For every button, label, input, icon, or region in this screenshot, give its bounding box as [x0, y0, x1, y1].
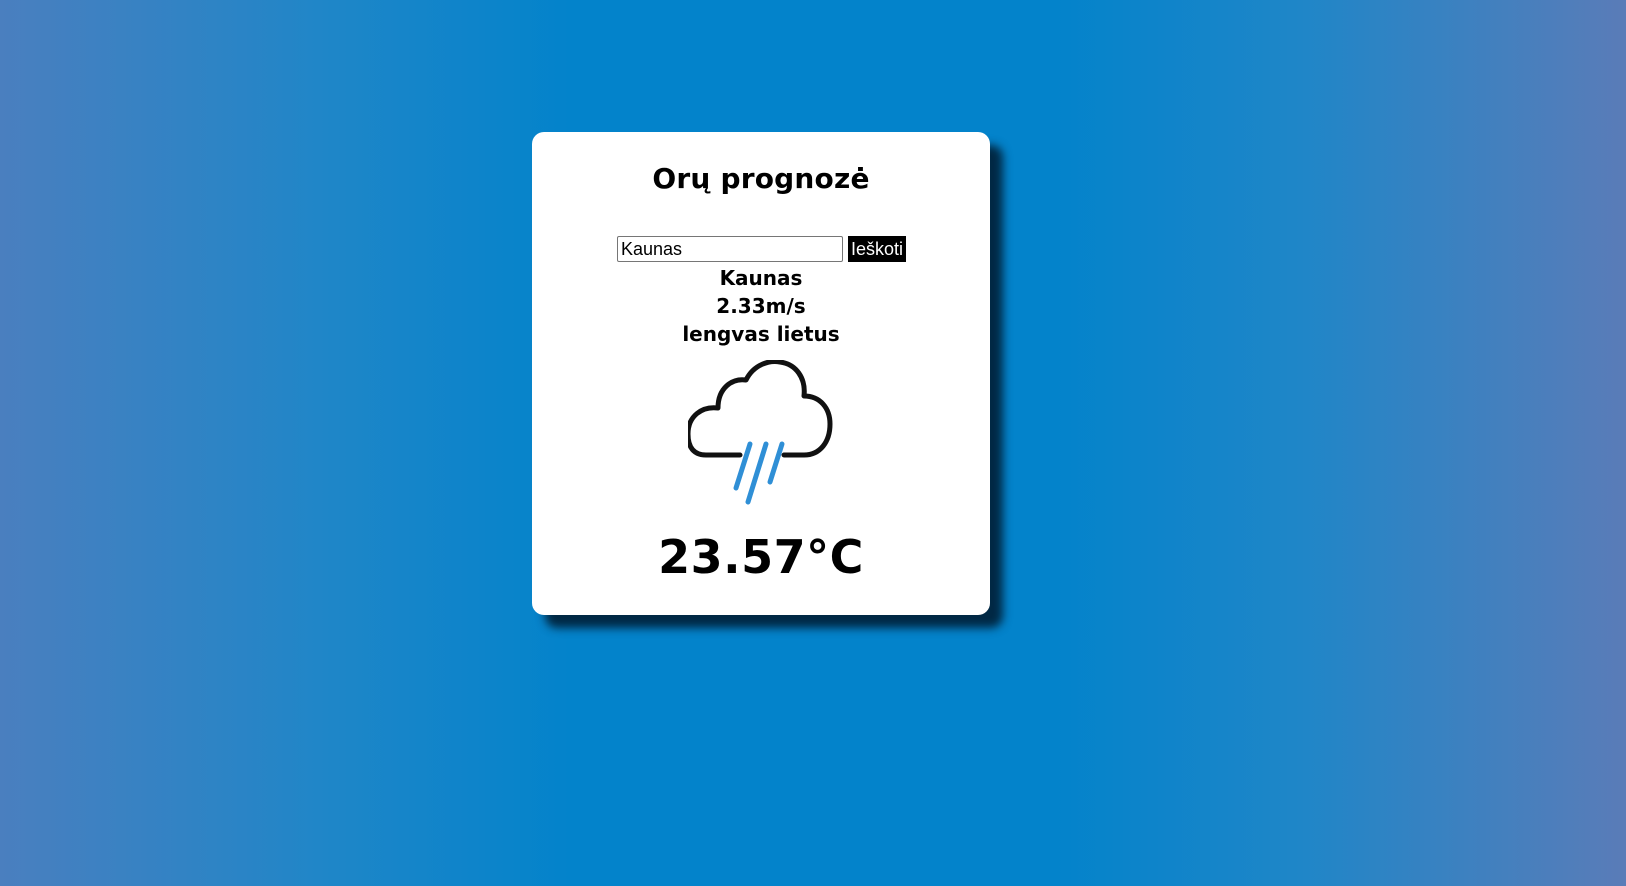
rain-cloud-icon — [688, 360, 833, 505]
city-name: Kaunas — [719, 266, 803, 290]
rain-drop — [733, 441, 753, 491]
city-search-input[interactable] — [617, 236, 843, 262]
wind-speed: 2.33m/s — [716, 294, 806, 318]
weather-description: lengvas lietus — [682, 322, 840, 346]
rain-drop — [745, 441, 769, 505]
cloud-outline — [688, 360, 833, 458]
search-button[interactable]: Ieškoti — [848, 236, 906, 262]
weather-card: Orų prognozė Ieškoti Kaunas 2.33m/s leng… — [532, 132, 990, 615]
page-title: Orų prognozė — [652, 162, 870, 195]
temperature-value: 23.57°C — [658, 530, 864, 584]
search-bar: Ieškoti — [617, 236, 906, 262]
rain-drop — [767, 441, 785, 485]
